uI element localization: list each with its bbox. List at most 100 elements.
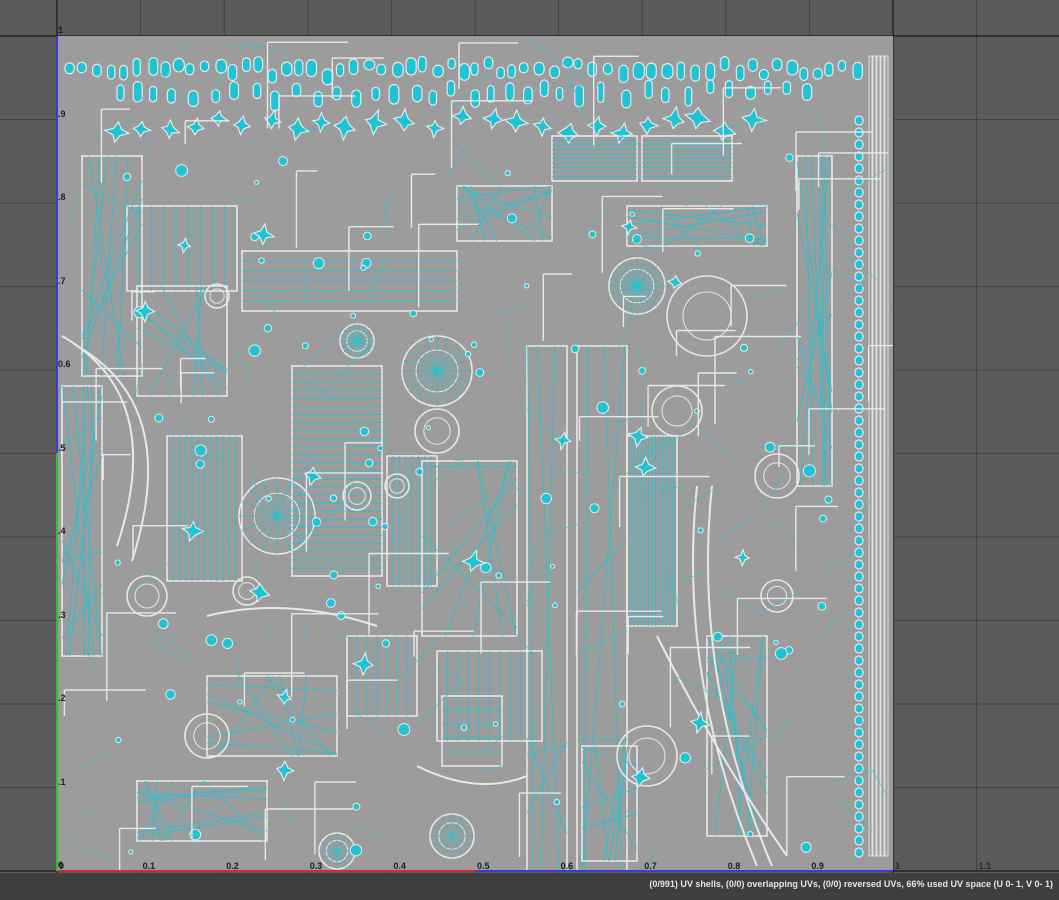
- uv-shell-small[interactable]: [724, 80, 734, 99]
- uv-shell-small[interactable]: [609, 121, 634, 145]
- uv-shell-small[interactable]: [540, 492, 552, 505]
- uv-shell-small[interactable]: [364, 108, 389, 137]
- uv-shell-small[interactable]: [311, 517, 322, 527]
- uv-shell-edges[interactable]: [392, 456, 432, 586]
- uv-shell-small[interactable]: [360, 264, 367, 271]
- uv-shell-small[interactable]: [854, 667, 864, 678]
- uv-shell-small[interactable]: [854, 787, 864, 798]
- uv-shell-small[interactable]: [588, 230, 597, 239]
- uv-shell-small[interactable]: [187, 90, 199, 108]
- uv-shell-small[interactable]: [392, 61, 404, 78]
- uv-shell-small[interactable]: [854, 199, 864, 210]
- uv-shell-small[interactable]: [248, 582, 271, 603]
- uv-shell-small[interactable]: [854, 691, 864, 702]
- uv-shell-small[interactable]: [679, 752, 691, 764]
- uv-shell-small[interactable]: [470, 62, 479, 76]
- uv-shell-small[interactable]: [854, 835, 864, 846]
- uv-shell-small[interactable]: [539, 79, 549, 98]
- uv-shell-round-inner[interactable]: [348, 487, 366, 505]
- uv-shell-small[interactable]: [574, 84, 585, 108]
- uv-shell-small[interactable]: [854, 391, 864, 402]
- uv-shell-small[interactable]: [854, 607, 864, 618]
- uv-shell-round-inner[interactable]: [766, 585, 788, 607]
- uv-shell-small[interactable]: [195, 459, 205, 469]
- uv-shell-small[interactable]: [854, 487, 864, 498]
- uv-shell-small[interactable]: [92, 63, 102, 78]
- uv-shell-small[interactable]: [518, 62, 529, 74]
- uv-shell-small[interactable]: [258, 257, 265, 264]
- uv-shell-small[interactable]: [556, 122, 580, 145]
- uv-shell[interactable]: [581, 745, 638, 862]
- uv-shell-strip[interactable]: [876, 55, 881, 857]
- uv-shell-small[interactable]: [854, 763, 864, 774]
- uv-shell-small[interactable]: [332, 86, 342, 101]
- uv-shell-round[interactable]: [204, 283, 230, 309]
- uv-shell-small[interactable]: [773, 639, 779, 646]
- uv-shell-small[interactable]: [706, 79, 715, 94]
- uv-shell-small[interactable]: [854, 727, 864, 738]
- uv-shell-small[interactable]: [364, 458, 374, 468]
- uv-shell-strip[interactable]: [868, 55, 873, 857]
- uv-shell-small[interactable]: [114, 559, 121, 566]
- uv-shell-small[interactable]: [368, 516, 378, 527]
- uv-shell-small[interactable]: [278, 156, 288, 167]
- uv-shell-small[interactable]: [573, 58, 583, 70]
- uv-shell-small[interactable]: [411, 84, 423, 103]
- uv-shell-small[interactable]: [176, 236, 192, 255]
- uv-shell-round-inner[interactable]: [389, 478, 405, 494]
- uv-shell-small[interactable]: [326, 598, 336, 608]
- uv-shell-small[interactable]: [496, 66, 505, 79]
- uv-shell-small[interactable]: [157, 618, 169, 630]
- uv-shell-round[interactable]: [666, 275, 748, 357]
- uv-shell-small[interactable]: [854, 211, 864, 222]
- uv-shell-small[interactable]: [335, 63, 345, 77]
- uv-shell-small[interactable]: [854, 451, 864, 462]
- uv-shell-small[interactable]: [697, 527, 704, 534]
- uv-shell-small[interactable]: [854, 355, 864, 366]
- uv-shell-small[interactable]: [458, 62, 471, 81]
- uv-shell-small[interactable]: [215, 58, 228, 74]
- uv-shell-small[interactable]: [475, 368, 485, 377]
- uv-shell-small[interactable]: [854, 535, 864, 546]
- uv-shell-small[interactable]: [837, 60, 847, 72]
- uv-shell-small[interactable]: [854, 307, 864, 318]
- uv-shell-small[interactable]: [388, 83, 400, 105]
- uv-shell-small[interactable]: [629, 211, 635, 217]
- uv-shell-small[interactable]: [854, 583, 864, 594]
- uv-shell-small[interactable]: [854, 175, 864, 186]
- uv-shell-small[interactable]: [359, 426, 370, 437]
- uv-shell-small[interactable]: [465, 350, 472, 358]
- uv-shell-small[interactable]: [661, 63, 674, 80]
- uv-shell-small[interactable]: [210, 109, 230, 128]
- uv-shell-small[interactable]: [428, 336, 434, 342]
- uv-shell[interactable]: [346, 635, 418, 717]
- uv-shell-small[interactable]: [254, 179, 260, 185]
- uv-shell-small[interactable]: [632, 61, 645, 81]
- uv-shell-small[interactable]: [336, 611, 346, 620]
- uv-shell-small[interactable]: [312, 257, 325, 270]
- uv-shell-small[interactable]: [381, 639, 390, 648]
- uv-shell-small[interactable]: [801, 83, 813, 101]
- uv-shell-round-inner[interactable]: [423, 417, 451, 445]
- uv-shell-small[interactable]: [119, 64, 128, 81]
- uv-shell-small[interactable]: [589, 503, 600, 514]
- uv-shell-edges[interactable]: [172, 436, 237, 581]
- uv-shell-small[interactable]: [263, 324, 273, 333]
- uv-shell-small[interactable]: [854, 367, 864, 378]
- uv-shell-small[interactable]: [854, 247, 864, 258]
- uv-shell-small[interactable]: [221, 637, 234, 650]
- uv-shell-round-inner[interactable]: [682, 291, 732, 341]
- uv-shell-small[interactable]: [854, 331, 864, 342]
- uv-shell-small[interactable]: [154, 413, 164, 423]
- uv-shell-small[interactable]: [854, 343, 864, 354]
- uv-shell-edges[interactable]: [642, 140, 732, 177]
- uv-shell-small[interactable]: [854, 439, 864, 450]
- uv-shell-small[interactable]: [175, 164, 188, 177]
- uv-shell-small[interactable]: [587, 61, 598, 78]
- uv-shell-small[interactable]: [747, 58, 758, 72]
- uv-shell-small[interactable]: [644, 79, 653, 99]
- uv-shell-small[interactable]: [313, 90, 323, 108]
- uv-shell[interactable]: [81, 155, 143, 377]
- uv-shell-small[interactable]: [555, 86, 564, 101]
- uv-shell-small[interactable]: [503, 108, 530, 133]
